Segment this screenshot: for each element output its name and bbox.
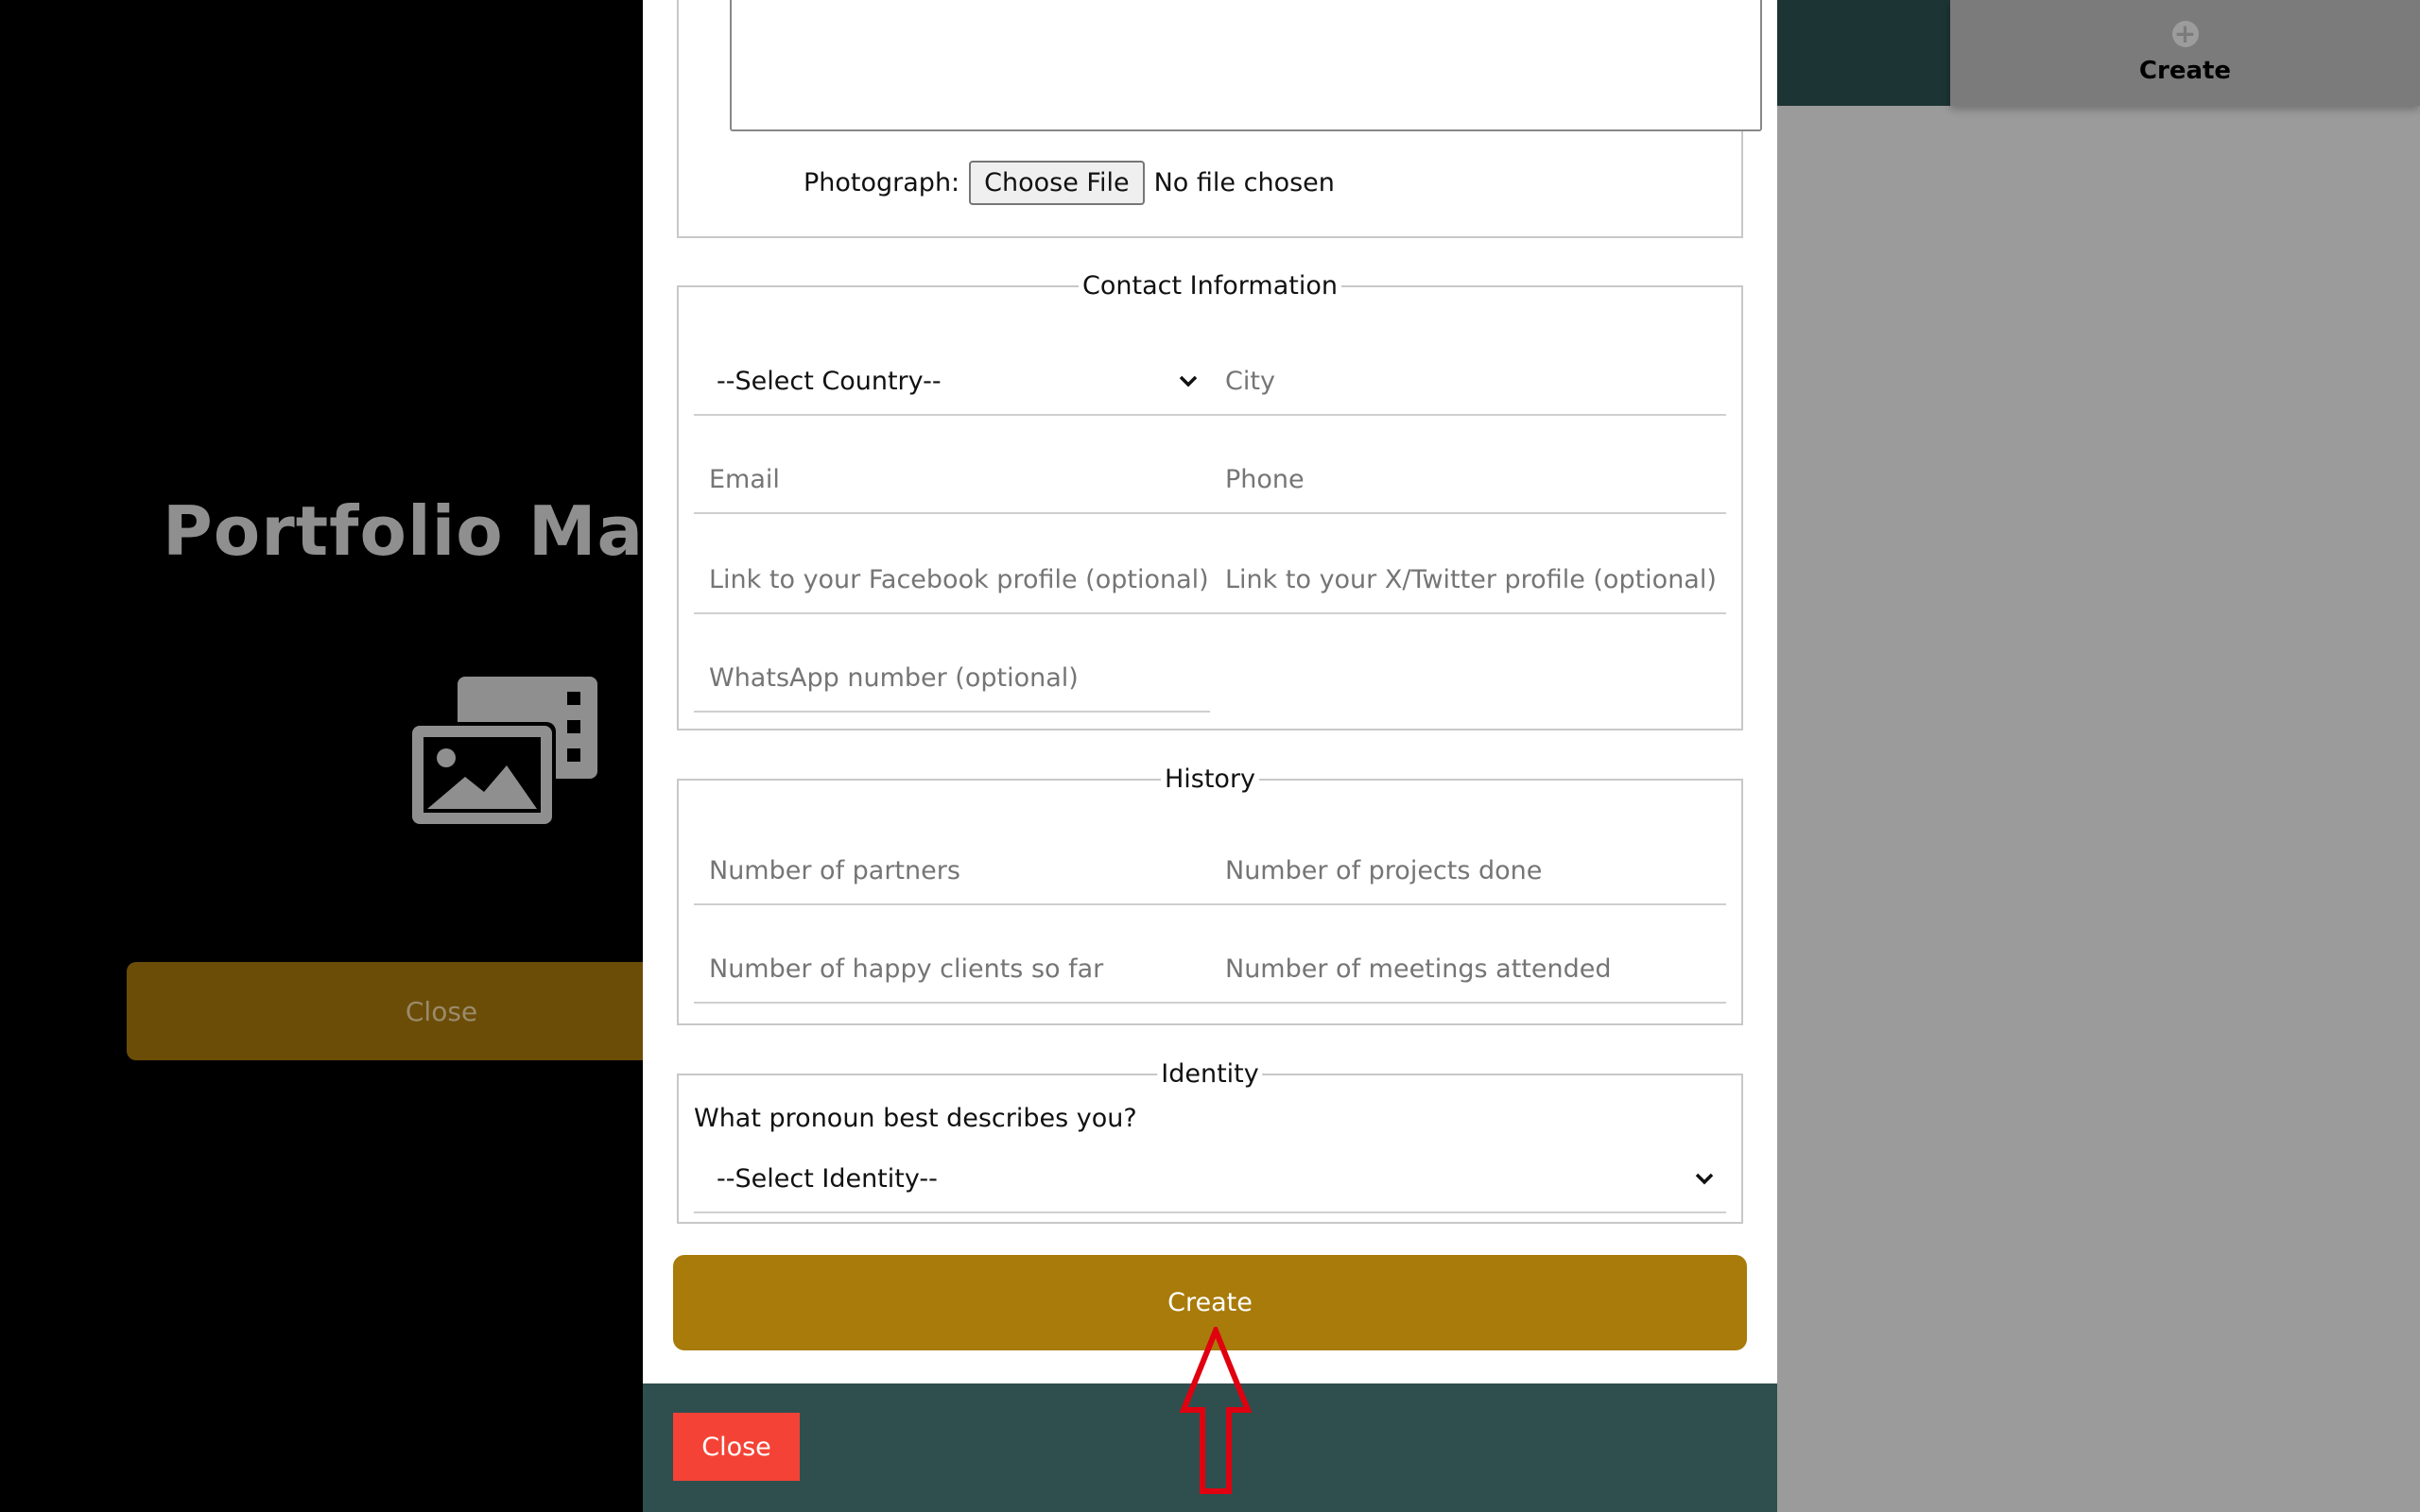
- plus-circle-icon: +: [2171, 21, 2199, 47]
- choose-file-button[interactable]: Choose File: [969, 161, 1145, 205]
- country-select[interactable]: --Select Country--: [694, 348, 1210, 416]
- email-input[interactable]: Email: [694, 446, 1210, 514]
- identity-fieldset: Identity What pronoun best describes you…: [677, 1059, 1743, 1224]
- background-page-right: [1777, 0, 2420, 1512]
- projects-input[interactable]: Number of projects done: [1210, 837, 1726, 905]
- chevron-down-icon: [1179, 375, 1198, 387]
- portfolio-title: Portfolio Mar: [163, 491, 643, 571]
- identity-select[interactable]: --Select Identity--: [694, 1145, 1726, 1213]
- contact-information-fieldset: Contact Information --Select Country-- C…: [677, 271, 1743, 730]
- whatsapp-input[interactable]: WhatsApp number (optional): [694, 644, 1210, 713]
- profile-fieldset: Photograph: Choose File No file chosen: [677, 0, 1762, 238]
- meetings-input[interactable]: Number of meetings attended: [1210, 936, 1726, 1004]
- identity-select-value: --Select Identity--: [717, 1163, 938, 1194]
- photograph-row: Photograph: Choose File No file chosen: [804, 161, 1335, 205]
- history-fieldset: History Number of partners Number of pro…: [677, 765, 1743, 1025]
- no-file-text: No file chosen: [1153, 168, 1335, 198]
- facebook-input[interactable]: Link to your Facebook profile (optional): [694, 546, 1210, 614]
- create-portfolio-modal: Photograph: Choose File No file chosen C…: [643, 0, 1777, 1512]
- description-textarea[interactable]: [730, 0, 1762, 131]
- partners-input[interactable]: Number of partners: [694, 837, 1210, 905]
- identity-legend: Identity: [1157, 1059, 1263, 1089]
- footer-close-button[interactable]: Close: [673, 1413, 800, 1481]
- nav-create-label: Create: [2138, 57, 2232, 85]
- photograph-label: Photograph:: [804, 168, 960, 198]
- background-close-button[interactable]: Close: [127, 962, 643, 1060]
- phone-input[interactable]: Phone: [1210, 446, 1726, 514]
- chevron-down-icon: [1695, 1173, 1714, 1185]
- twitter-input[interactable]: Link to your X/Twitter profile (optional…: [1210, 546, 1726, 614]
- contact-information-legend: Contact Information: [1079, 271, 1341, 301]
- pronoun-question: What pronoun best describes you?: [694, 1104, 1137, 1133]
- nav-create-tab[interactable]: + Create: [1950, 0, 2420, 106]
- happy-clients-input[interactable]: Number of happy clients so far: [694, 936, 1210, 1004]
- photo-film-icon: [408, 673, 601, 832]
- annotation-arrow-icon: [1180, 1327, 1252, 1494]
- city-input[interactable]: City: [1210, 348, 1726, 416]
- country-select-value: --Select Country--: [717, 366, 942, 396]
- background-topbar: [1777, 0, 1950, 106]
- history-legend: History: [1160, 765, 1260, 794]
